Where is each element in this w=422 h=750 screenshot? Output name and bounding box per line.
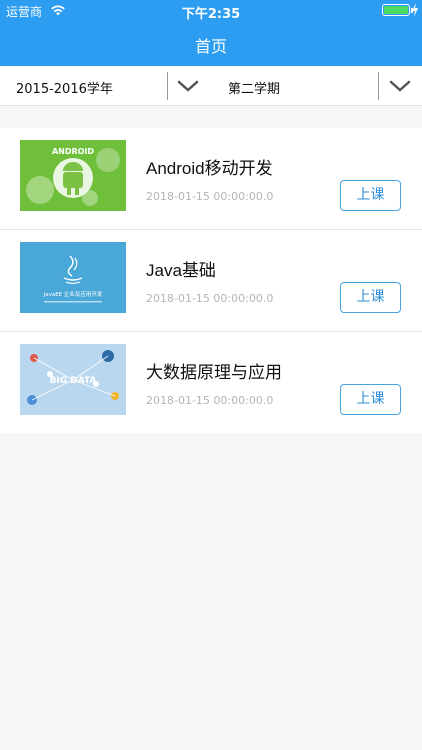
course-thumbnail-android: ANDROID — [20, 140, 126, 211]
thumb-text: BIG DATA — [50, 376, 97, 386]
course-title: Java基础 — [146, 261, 216, 280]
course-thumbnail-bigdata: BIG DATA — [20, 344, 126, 415]
empty-area — [0, 433, 422, 750]
list-spacer — [0, 106, 422, 128]
start-class-button[interactable]: 上课 — [340, 282, 401, 313]
top-bar: 运营商 下午2:35 首页 — [0, 0, 422, 66]
start-class-button[interactable]: 上课 — [340, 384, 401, 415]
divider — [167, 72, 168, 100]
status-bar: 运营商 下午2:35 — [0, 0, 422, 22]
status-time: 下午2:35 — [181, 7, 241, 22]
year-select[interactable]: 2015-2016学年 — [16, 78, 113, 97]
course-title: 大数据原理与应用 — [146, 363, 282, 382]
divider — [378, 72, 379, 100]
course-time: 2018-01-15 00:00:00.0 — [146, 394, 274, 407]
battery-icon — [382, 4, 413, 16]
chevron-down-icon[interactable] — [176, 76, 200, 96]
course-time: 2018-01-15 00:00:00.0 — [146, 292, 274, 305]
course-thumbnail-java: JavaEE 企业及应用开发 — [20, 242, 126, 313]
course-item-android[interactable]: ANDROID Android移动开发 2018-01-15 00:00:00.… — [0, 128, 422, 230]
course-time: 2018-01-15 00:00:00.0 — [146, 190, 274, 203]
term-select[interactable]: 第二学期 — [228, 78, 280, 97]
thumb-text: ANDROID — [52, 147, 94, 156]
filter-bar: 2015-2016学年 第二学期 — [0, 66, 422, 106]
start-class-button[interactable]: 上课 — [340, 180, 401, 211]
course-item-java[interactable]: JavaEE 企业及应用开发 Java基础 2018-01-15 00:00:0… — [0, 230, 422, 332]
thumb-text: JavaEE 企业及应用开发 — [43, 290, 103, 298]
course-title: Android移动开发 — [146, 159, 273, 178]
chevron-down-icon[interactable] — [388, 76, 412, 96]
course-item-bigdata[interactable]: BIG DATA 大数据原理与应用 2018-01-15 00:00:00.0 … — [0, 332, 422, 434]
page-title: 首页 — [194, 37, 227, 56]
charging-icon — [412, 3, 418, 17]
